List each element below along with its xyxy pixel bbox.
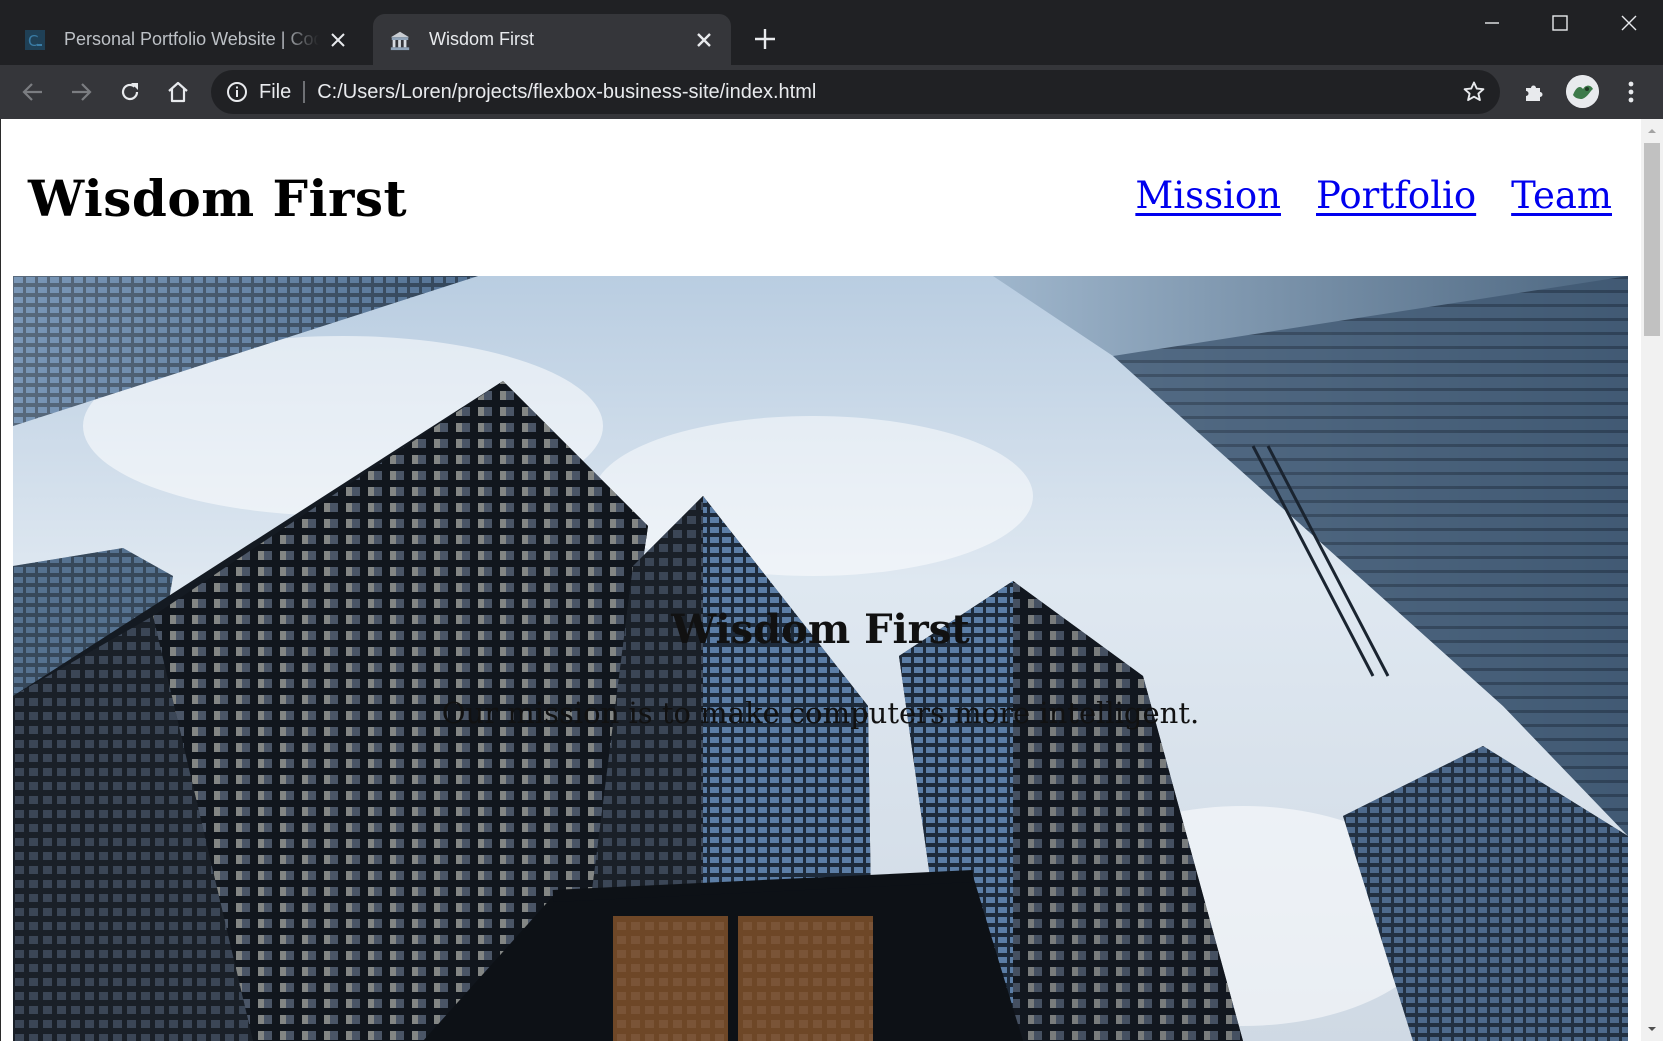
url-text[interactable]: C:/Users/Loren/projects/flexbox-business… [305,81,816,104]
nav-link-mission[interactable]: Mission [1135,174,1281,217]
page-viewport: Wisdom First Mission Portfolio Team Wisd… [0,119,1663,1041]
codecademy-favicon: C [24,29,46,51]
hero-text: Wisdom First Our mission is to make comp… [13,276,1628,1041]
extensions-icon[interactable] [1516,74,1552,110]
tab-portfolio[interactable]: C Personal Portfolio Website | Codecadem… [8,14,365,65]
back-icon[interactable] [15,74,51,110]
minimize-icon[interactable] [1458,0,1526,46]
star-icon[interactable] [1462,80,1486,104]
plus-icon[interactable] [750,24,780,54]
menu-icon[interactable] [1613,74,1649,110]
close-icon[interactable] [693,29,715,51]
hero-subtitle: Our mission is to make computers more in… [441,696,1200,730]
tab-strip: C Personal Portfolio Website | Codecadem… [0,0,1663,65]
building-favicon [389,29,411,51]
scheme-label: File [259,81,306,103]
scroll-up-icon[interactable] [1646,125,1658,137]
tab-wisdom-first[interactable]: Wisdom First [373,14,731,65]
tab-title: Wisdom First [429,29,534,49]
address-bar[interactable]: File C:/Users/Loren/projects/flexbox-bus… [211,70,1500,114]
browser-toolbar: File C:/Users/Loren/projects/flexbox-bus… [0,65,1663,119]
avatar[interactable] [1566,75,1599,108]
site-header: Wisdom First Mission Portfolio Team [1,119,1642,276]
maximize-icon[interactable] [1526,0,1594,46]
scroll-down-icon[interactable] [1646,1023,1658,1035]
window-close-icon[interactable] [1595,0,1663,46]
hero-title: Wisdom First [671,606,970,653]
site-nav: Mission Portfolio Team [1135,174,1612,217]
tab-title: Personal Portfolio Website | Codecademy [64,29,319,49]
reload-icon[interactable] [112,74,148,110]
home-icon[interactable] [160,74,196,110]
page-scrollbar[interactable] [1641,119,1663,1041]
info-icon[interactable] [225,80,249,104]
hero-section: Wisdom First Our mission is to make comp… [13,276,1628,1041]
svg-text:C: C [28,32,38,50]
forward-icon[interactable] [63,74,99,110]
site-brand: Wisdom First [28,169,408,228]
nav-link-team[interactable]: Team [1511,174,1612,217]
close-icon[interactable] [327,29,349,51]
scrollbar-thumb[interactable] [1644,143,1660,336]
nav-link-portfolio[interactable]: Portfolio [1316,174,1476,217]
